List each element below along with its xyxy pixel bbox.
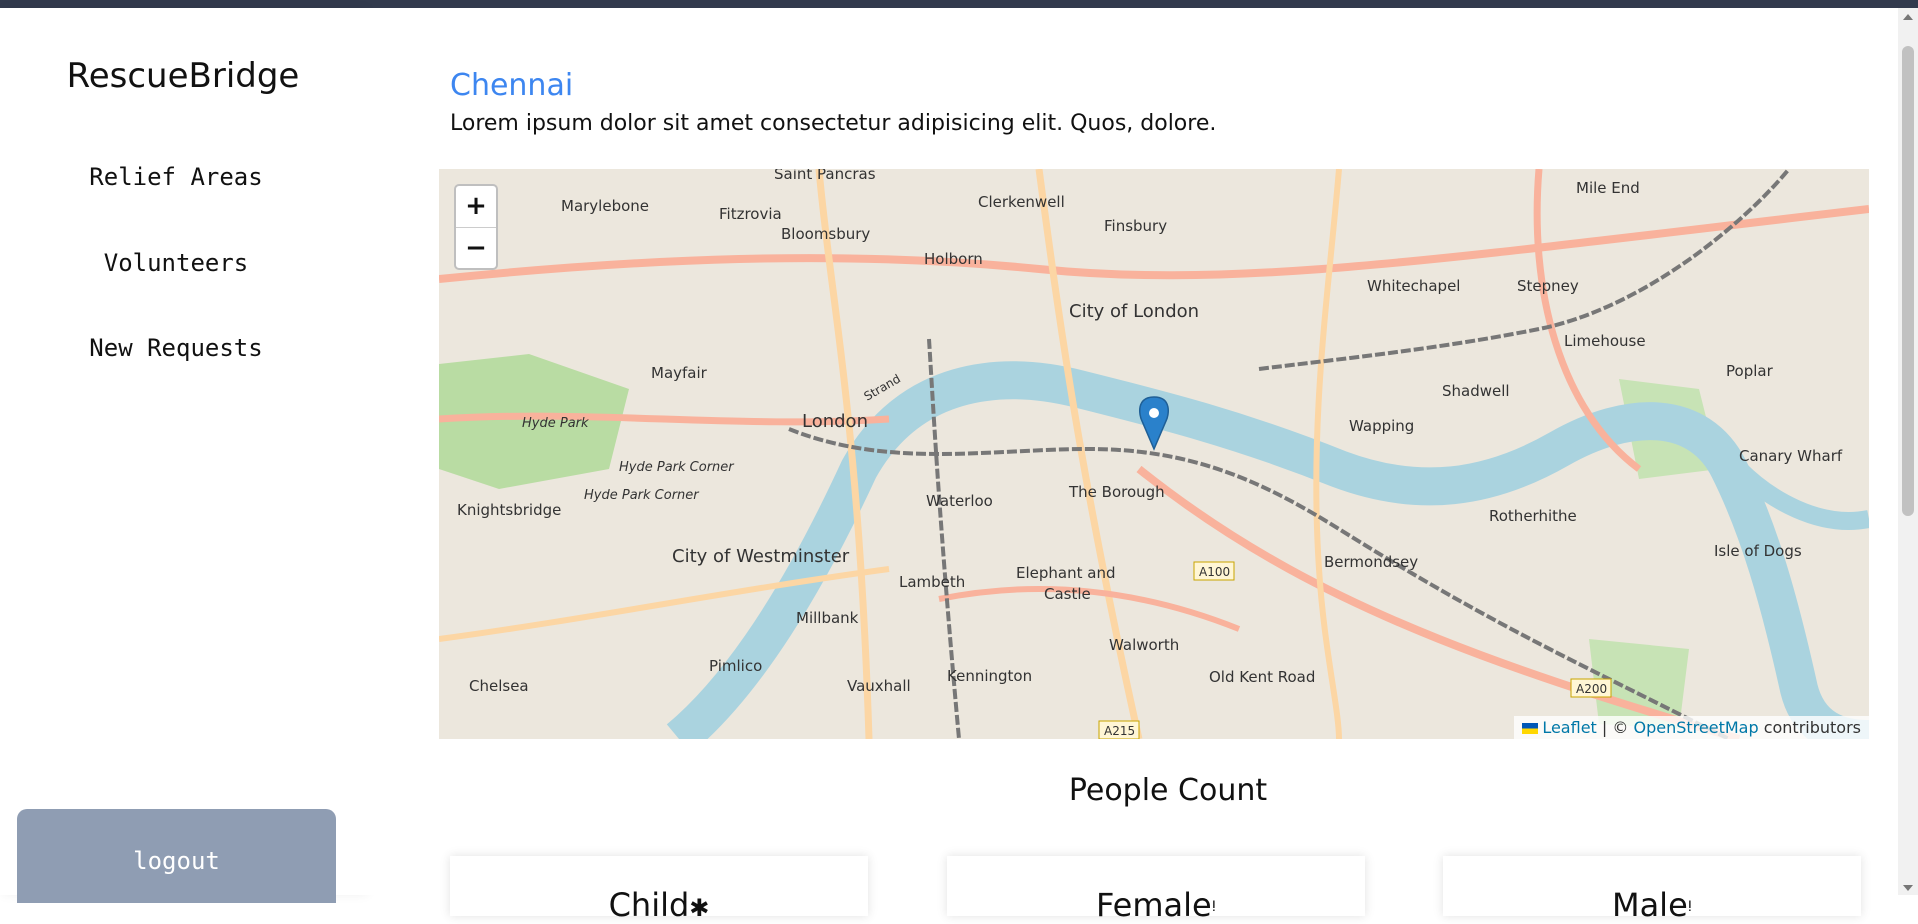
svg-text:Wapping: Wapping [1349,417,1414,435]
svg-text:A200: A200 [1576,682,1607,696]
svg-text:Whitechapel: Whitechapel [1367,277,1460,295]
map-attribution: Leaflet | © OpenStreetMap contributors [1514,716,1869,739]
card-child-label: Child✱ [608,886,710,924]
svg-text:Finsbury: Finsbury [1104,217,1167,235]
svg-text:Castle: Castle [1044,585,1091,603]
svg-text:The Borough: The Borough [1068,483,1165,501]
svg-text:Isle of Dogs: Isle of Dogs [1714,542,1802,560]
scrollbar-thumb[interactable] [1902,46,1914,516]
zoom-out-button[interactable]: − [456,227,496,268]
leaflet-link[interactable]: Leaflet [1542,718,1596,737]
svg-text:Lambeth: Lambeth [899,573,965,591]
page-scrollbar[interactable] [1898,8,1918,895]
nav-volunteers[interactable]: Volunteers [0,249,352,277]
zoom-control: + − [454,184,498,270]
svg-text:Fitzrovia: Fitzrovia [719,205,782,223]
city-description: Lorem ipsum dolor sit amet consectetur a… [450,111,1217,136]
map-tiles: Saint Pancras Marylebone Fitzrovia Bloom… [439,169,1869,739]
brand-title: RescueBridge [66,56,300,96]
svg-text:Elephant and: Elephant and [1016,564,1115,582]
svg-text:Clerkenwell: Clerkenwell [978,193,1065,211]
svg-text:Bermondsey: Bermondsey [1324,553,1418,571]
osm-link[interactable]: OpenStreetMap [1633,718,1758,737]
city-title: Chennai [450,68,574,103]
svg-text:Pimlico: Pimlico [709,657,762,675]
svg-text:Limehouse: Limehouse [1564,332,1646,350]
zoom-in-button[interactable]: + [456,186,496,227]
card-male: Maleᵎ [1443,856,1861,924]
card-female-label: Femaleᵎ [1096,886,1216,924]
svg-text:Waterloo: Waterloo [926,492,993,510]
svg-text:Stepney: Stepney [1517,277,1579,295]
svg-text:Kennington: Kennington [947,667,1032,685]
svg-text:Rotherhithe: Rotherhithe [1489,507,1577,525]
svg-text:City of Westminster: City of Westminster [672,546,850,567]
svg-text:City of London: City of London [1069,301,1199,322]
svg-text:Canary Wharf: Canary Wharf [1739,447,1843,465]
scroll-down-icon[interactable] [1903,885,1913,891]
card-female: Femaleᵎ [947,856,1365,924]
svg-text:Vauxhall: Vauxhall [847,677,911,695]
attribution-tail: contributors [1763,718,1861,737]
svg-text:Hyde Park Corner: Hyde Park Corner [584,488,700,503]
svg-text:Mayfair: Mayfair [651,364,708,382]
female-icon: ᵎ [1211,894,1216,922]
svg-text:Holborn: Holborn [924,250,983,268]
svg-text:Hyde Park: Hyde Park [522,416,589,431]
nav-relief-areas[interactable]: Relief Areas [0,163,352,191]
top-bar [0,0,1918,8]
card-child: Child✱ [450,856,868,924]
svg-text:Shadwell: Shadwell [1442,382,1510,400]
map[interactable]: Saint Pancras Marylebone Fitzrovia Bloom… [439,169,1869,739]
svg-text:Poplar: Poplar [1726,362,1774,380]
svg-text:A100: A100 [1199,565,1230,579]
svg-text:Millbank: Millbank [796,609,859,627]
card-male-label: Maleᵎ [1611,886,1693,924]
svg-text:A215: A215 [1104,724,1135,738]
child-icon: ✱ [689,894,710,922]
svg-text:Marylebone: Marylebone [561,197,649,215]
svg-text:Hyde Park Corner: Hyde Park Corner [619,460,735,475]
sidebar: RescueBridge Relief Areas Volunteers New… [0,8,366,903]
ukraine-flag-icon [1522,723,1539,734]
logout-button[interactable]: logout [17,809,336,903]
attribution-separator: | © [1601,718,1629,737]
svg-text:Chelsea: Chelsea [469,677,529,695]
people-count-title: People Count [1068,773,1268,808]
male-icon: ᵎ [1687,894,1693,922]
svg-text:Saint Pancras: Saint Pancras [774,169,876,183]
svg-text:Walworth: Walworth [1109,636,1179,654]
svg-text:Knightsbridge: Knightsbridge [457,501,561,519]
main-content: Chennai Lorem ipsum dolor sit amet conse… [366,8,1898,924]
svg-text:Old Kent Road: Old Kent Road [1209,668,1315,686]
scroll-up-icon[interactable] [1903,14,1913,20]
svg-text:London: London [802,411,868,432]
nav-new-requests[interactable]: New Requests [0,334,352,362]
svg-text:Bloomsbury: Bloomsbury [781,225,870,243]
svg-text:Mile End: Mile End [1576,179,1640,197]
